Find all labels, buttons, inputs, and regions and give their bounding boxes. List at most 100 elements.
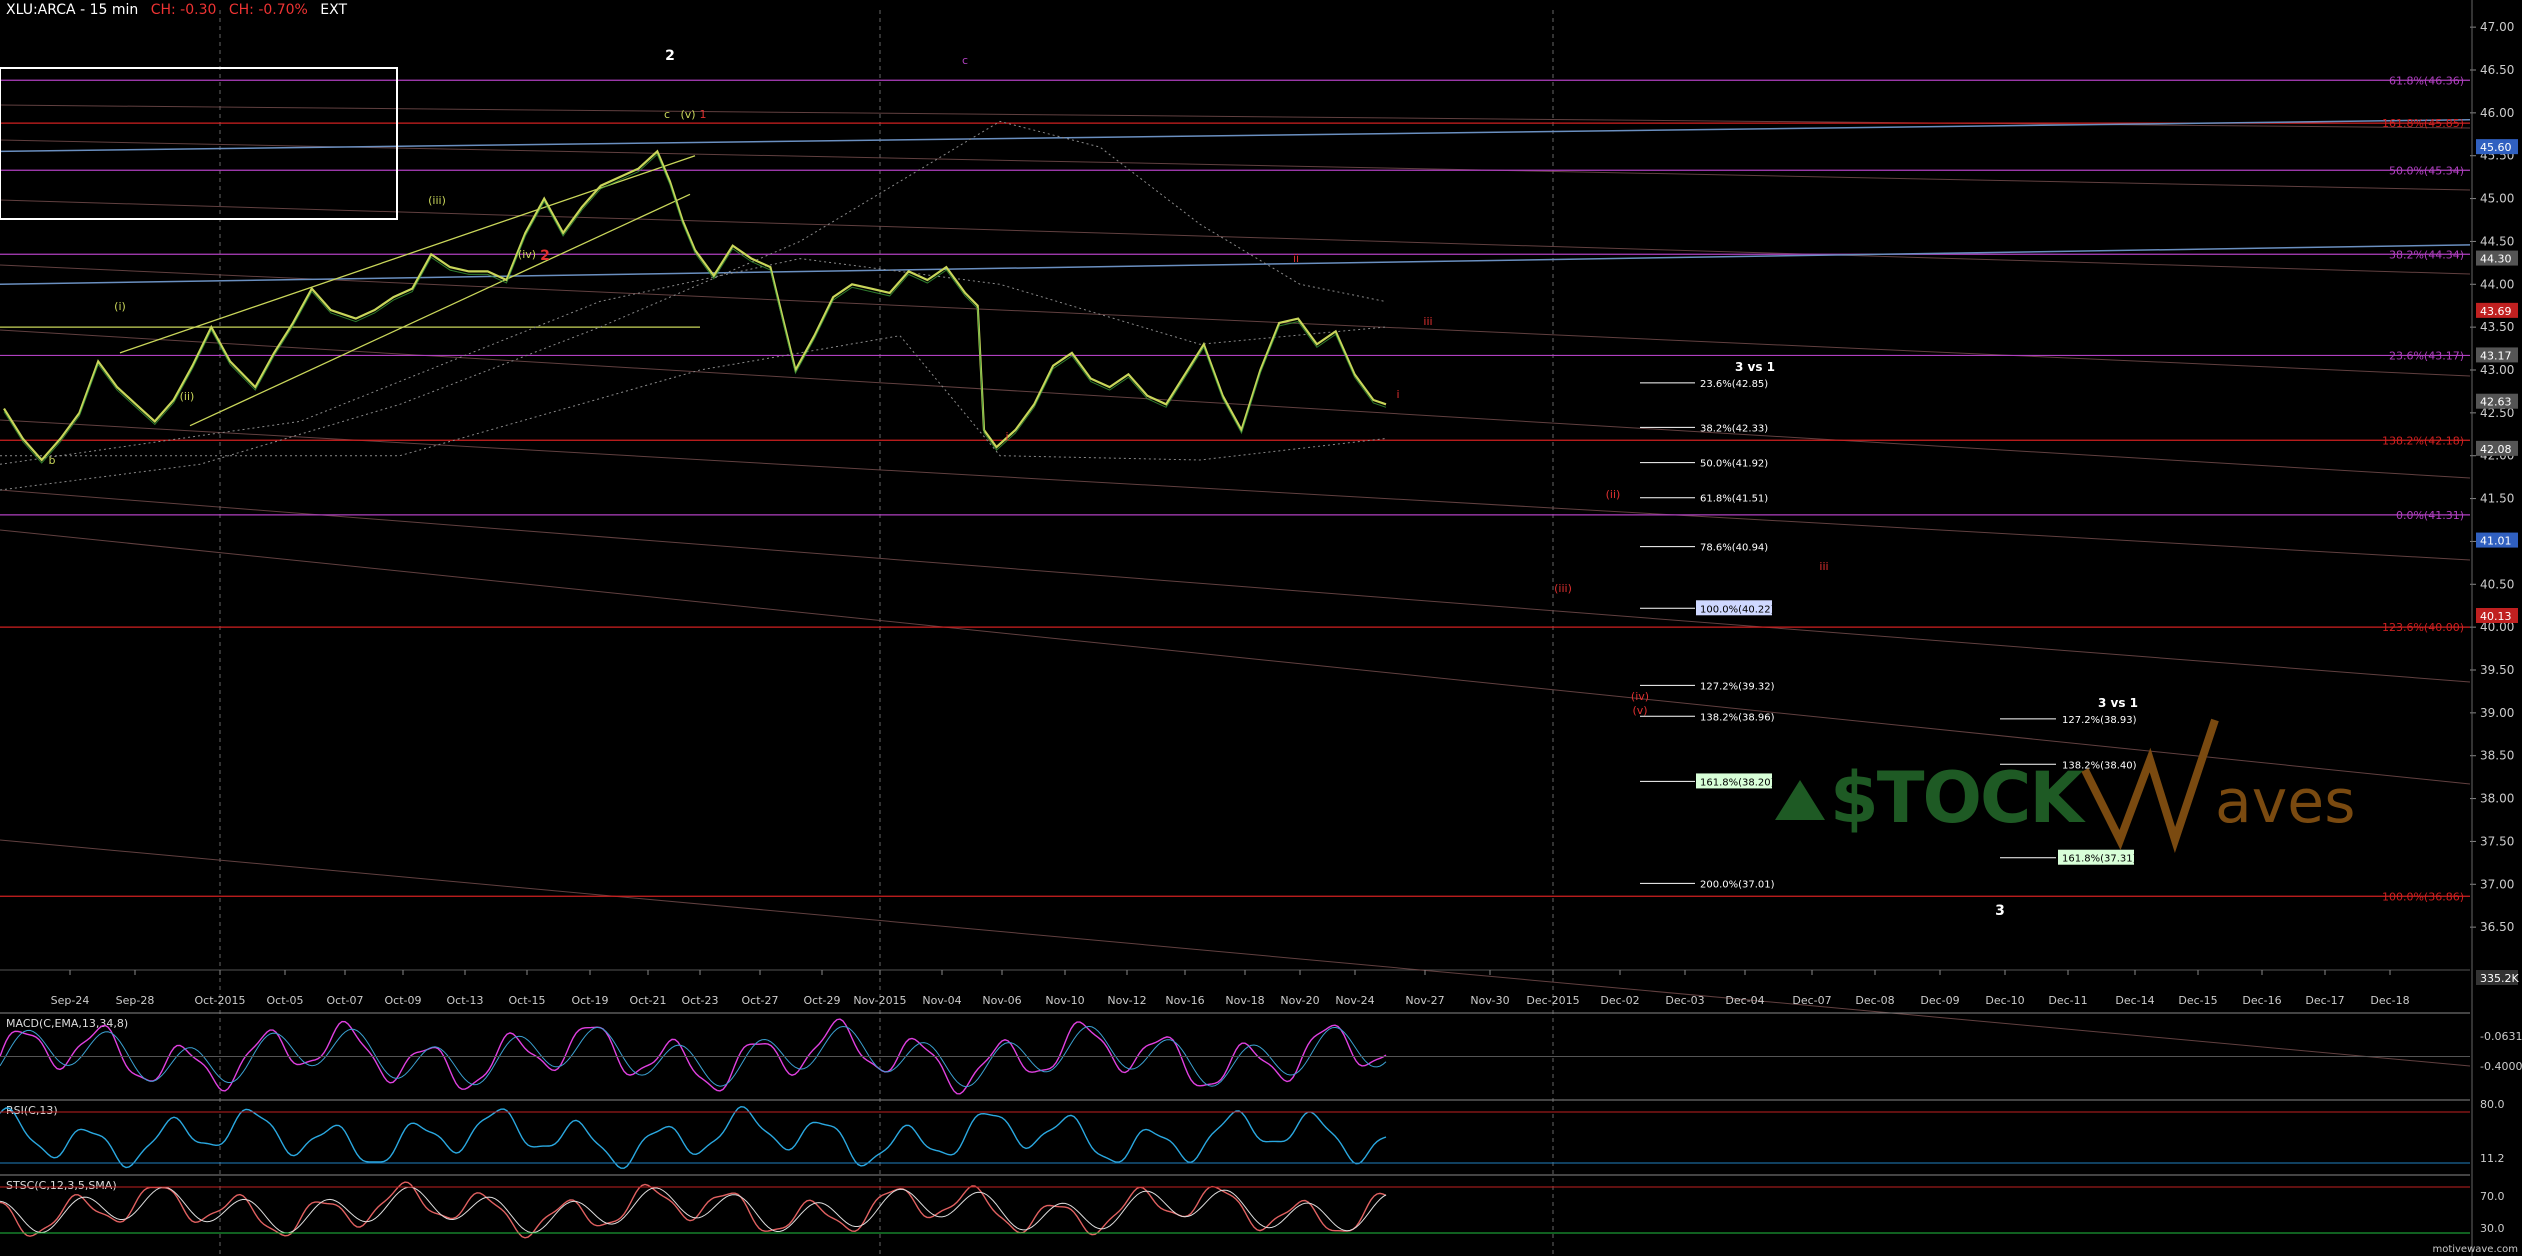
fib-table-2-title: 3 vs 1: [2098, 696, 2138, 710]
y-tick-label-11: 41.50: [2480, 492, 2514, 506]
stoch-title: STSC(C,12,3,5,SMA): [6, 1179, 117, 1192]
rsi-line: [0, 1105, 1387, 1169]
price-shadow-line: [3, 153, 1387, 464]
y-tick-label-18: 38.00: [2480, 792, 2514, 806]
x-tick-label-2: Oct-2015: [195, 994, 246, 1007]
price-tag-0: 45.60: [2480, 141, 2512, 154]
x-tick-label-8: Oct-19: [572, 994, 609, 1007]
y-tick-label-20: 37.00: [2480, 877, 2514, 891]
x-tick-label-19: Nov-18: [1225, 994, 1264, 1007]
price-line: [3, 149, 1387, 462]
price-tag-2: 43.69: [2480, 305, 2512, 318]
price-tag-5: 42.08: [2480, 443, 2512, 456]
y-tick-label-0: 47.00: [2480, 20, 2514, 34]
price-tag-1: 44.30: [2480, 253, 2512, 266]
rsi-title: RSI(C,13): [6, 1104, 58, 1117]
price-tag-6: 41.01: [2480, 535, 2512, 548]
x-tick-label-31: Dec-10: [1985, 994, 2024, 1007]
x-tick-label-21: Nov-24: [1335, 994, 1374, 1007]
trend-line-5: [0, 419, 2471, 561]
x-tick-label-33: Dec-14: [2115, 994, 2154, 1007]
x-tick-label-28: Dec-07: [1792, 994, 1831, 1007]
fib-right-label-6: 0.0%(41.31): [2396, 509, 2464, 522]
wave-label-9: b: [49, 454, 56, 467]
x-tick-label-10: Oct-23: [682, 994, 719, 1007]
trend-line-2: [0, 199, 2471, 275]
x-tick-label-12: Oct-29: [804, 994, 841, 1007]
price-tag-3: 43.17: [2480, 349, 2512, 362]
y-tick-label-15: 39.50: [2480, 663, 2514, 677]
fib-right-label-5: 138.2%(42.18): [2382, 434, 2464, 447]
stoch-signal-line: [0, 1186, 1387, 1234]
trend-line-3: [0, 264, 2471, 377]
x-tick-label-17: Nov-12: [1107, 994, 1146, 1007]
y-tick-label-19: 37.50: [2480, 834, 2514, 848]
wave-label-4: (iii): [428, 194, 446, 207]
watermark-left-text: $TOCK: [1830, 757, 2086, 839]
fib-table-1-label-4: 78.6%(40.94): [1700, 543, 1768, 554]
x-tick-label-20: Nov-20: [1280, 994, 1319, 1007]
x-tick-label-14: Nov-04: [922, 994, 961, 1007]
fib-right-label-1: 161.8%(45.85): [2382, 117, 2464, 130]
footer-site-label: motivewave.com: [2432, 1244, 2518, 1255]
fib-table-1-label-7: 138.2%(38.96): [1700, 712, 1775, 723]
fib-right-label-3: 38.2%(44.34): [2389, 248, 2464, 261]
y-tick-label-1: 46.50: [2480, 63, 2514, 77]
x-tick-label-32: Dec-11: [2048, 994, 2087, 1007]
x-tick-label-3: Oct-05: [267, 994, 304, 1007]
trend-line-7: [0, 529, 2471, 785]
y-tick-label-17: 38.50: [2480, 749, 2514, 763]
fib-table-1-label-9: 200.0%(37.01): [1700, 879, 1775, 890]
x-tick-label-26: Dec-03: [1665, 994, 1704, 1007]
fib-table-2-label-2: 161.8%(37.31): [2062, 854, 2137, 865]
x-tick-label-22: Nov-27: [1405, 994, 1444, 1007]
wave-label-17: (iii): [1554, 582, 1572, 595]
fib-right-label-4: 23.6%(43.17): [2389, 349, 2464, 362]
fib-right-label-2: 50.0%(45.34): [2389, 164, 2464, 177]
x-tick-label-0: Sep-24: [51, 994, 90, 1007]
stoch-value-label-1: 30.0: [2480, 1222, 2505, 1235]
trend-line-8: [0, 839, 2471, 1067]
x-tick-label-36: Dec-17: [2305, 994, 2344, 1007]
moving-average-2: [0, 335, 1386, 461]
y-tick-label-7: 43.50: [2480, 320, 2514, 334]
fib-right-label-0: 61.8%(46.36): [2389, 74, 2464, 87]
rsi-value-label-1: 11.2: [2480, 1152, 2505, 1165]
x-tick-label-35: Dec-16: [2242, 994, 2281, 1007]
wave-label-8: (ii): [180, 390, 195, 403]
chart-canvas[interactable]: 61.8%(46.36) 161.8%(45.85) 50.0%(45.34) 38.…: [0, 0, 2522, 1256]
y-tick-label-6: 44.00: [2480, 277, 2514, 291]
price-tag-7: 40.13: [2480, 610, 2512, 623]
fib-table-1-label-0: 23.6%(42.85): [1700, 379, 1768, 390]
wave-label-2: (v): [680, 108, 695, 121]
wave-label-14: c: [962, 54, 968, 67]
watermark-triangle-icon: [1775, 780, 1825, 820]
x-tick-label-18: Nov-16: [1165, 994, 1204, 1007]
x-tick-label-13: Nov-2015: [853, 994, 906, 1007]
macd-value-label-1: -0.4000: [2480, 1060, 2522, 1073]
wave-label-3: 1: [700, 108, 707, 121]
trend-line-1: [0, 139, 2471, 191]
x-tick-label-30: Dec-09: [1920, 994, 1959, 1007]
y-tick-label-13: 40.50: [2480, 577, 2514, 591]
fib-table-1-label-6: 127.2%(39.32): [1700, 681, 1775, 692]
rsi-value-label-0: 80.0: [2480, 1098, 2505, 1111]
fib-table-2-label-0: 127.2%(38.93): [2062, 715, 2137, 726]
watermark-w-icon: [2081, 718, 2219, 854]
moving-average-1: [0, 258, 1386, 465]
x-tick-label-15: Nov-06: [982, 994, 1021, 1007]
macd-title: MACD(C,EMA,13,34,8): [6, 1017, 128, 1030]
wave-label-20: 3: [1995, 903, 2005, 919]
annotation-box[interactable]: [0, 67, 398, 220]
trend-line-6: [0, 489, 2471, 683]
fib-table-1-label-5: 100.0%(40.22): [1700, 604, 1775, 615]
fib-right-label-7: 123.6%(40.00): [2382, 621, 2464, 634]
wave-label-19: (v): [1632, 704, 1647, 717]
x-tick-label-9: Oct-21: [630, 994, 667, 1007]
wave-label-16: iii: [1819, 560, 1828, 573]
y-tick-label-4: 45.00: [2480, 192, 2514, 206]
wave-label-12: iii: [1423, 315, 1432, 328]
x-tick-label-25: Dec-02: [1600, 994, 1639, 1007]
fib-table-1-label-2: 50.0%(41.92): [1700, 459, 1768, 470]
blue-trend-line-mid: [0, 244, 2471, 286]
